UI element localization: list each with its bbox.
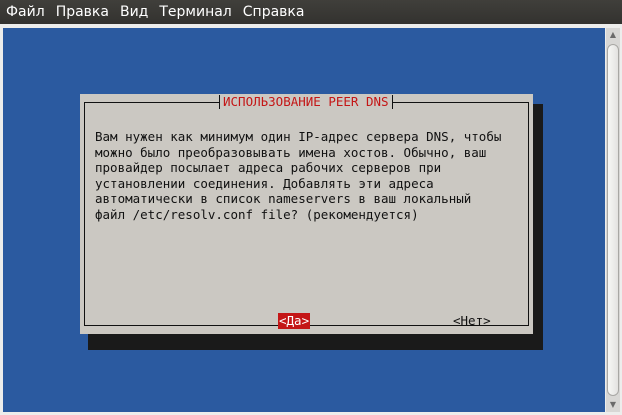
message-line: Вам нужен как минимум один IP-адрес серв… — [95, 129, 502, 144]
menu-file[interactable]: Файл — [0, 0, 50, 24]
menu-edit[interactable]: Правка — [50, 0, 114, 24]
scrollbar-thumb[interactable] — [607, 44, 619, 396]
message-line: провайдер посылает адреса рабочих сервер… — [95, 160, 442, 175]
dialog-title: ИСПОЛЬЗОВАНИЕ PEER DNS — [219, 94, 393, 110]
yes-button[interactable]: <Да> — [278, 313, 311, 329]
scroll-down-icon[interactable]: ▼ — [606, 398, 620, 412]
menu-view[interactable]: Вид — [114, 0, 153, 24]
menu-bar: Файл Правка Вид Терминал Справка — [0, 0, 622, 24]
terminal-window: ИСПОЛЬЗОВАНИЕ PEER DNS Вам нужен как мин… — [0, 24, 622, 415]
menu-help[interactable]: Справка — [237, 0, 310, 24]
message-line: можно было преобразовывать имена хостов.… — [95, 144, 487, 160]
dialog-message: Вам нужен как минимум один IP-адрес серв… — [95, 129, 525, 222]
vertical-scrollbar[interactable]: ▲ ▼ — [606, 28, 620, 412]
message-line: установлении соединения. Добавлять эти а… — [95, 175, 434, 191]
menu-terminal[interactable]: Терминал — [153, 0, 236, 24]
message-line: файл /etc/resolv.conf file? (рекомендует… — [95, 206, 419, 222]
message-line: автоматически в список nameservers в ваш… — [95, 191, 472, 206]
terminal-area[interactable]: ИСПОЛЬЗОВАНИЕ PEER DNS Вам нужен как мин… — [3, 28, 605, 412]
scroll-up-icon[interactable]: ▲ — [606, 28, 620, 42]
no-button[interactable]: <Нет> — [452, 313, 492, 329]
peer-dns-dialog: ИСПОЛЬЗОВАНИЕ PEER DNS Вам нужен как мин… — [80, 94, 533, 334]
